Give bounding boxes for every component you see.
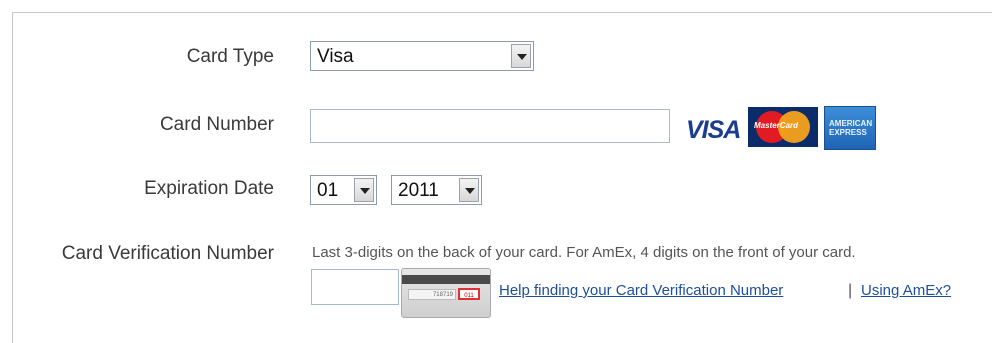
card-number-input[interactable] [310,109,670,143]
amex-logo-text: AMERICAN EXPRESS [829,119,873,137]
expiration-year-select[interactable]: 2011 [391,175,482,205]
chevron-down-icon[interactable] [511,44,531,68]
link-separator: | [848,282,853,299]
expiration-year-value: 2011 [398,180,439,201]
cvv-input[interactable] [311,269,399,305]
amex-help-link[interactable]: Using AmEx? [861,282,951,299]
cvv-highlight: 011 [458,288,480,300]
card-type-label: Card Type [186,46,274,67]
expiration-month-value: 01 [317,180,339,201]
card-number-label: Card Number [159,114,274,135]
card-type-select[interactable]: Visa [310,41,534,71]
card-type-value: Visa [317,46,354,67]
visa-logo: VISA [686,116,741,144]
cvv-hint: Last 3-digits on the back of your card. … [312,244,856,261]
mastercard-logo: MasterCard [748,107,818,147]
card-back-image: 718719 011 [401,268,491,318]
mastercard-logo-text: MasterCard [754,121,799,130]
expiration-month-select[interactable]: 01 [310,175,377,205]
cvv-label: Card Verification Number [61,243,274,264]
magnetic-stripe [402,275,490,284]
cvv-help-link[interactable]: Help finding your Card Verification Numb… [499,282,783,299]
signature-panel: 718719 [408,289,456,300]
amex-logo: AMERICAN EXPRESS [824,106,876,150]
expiration-date-label: Expiration Date [144,178,274,199]
chevron-down-icon[interactable] [459,178,479,202]
chevron-down-icon[interactable] [354,178,374,202]
